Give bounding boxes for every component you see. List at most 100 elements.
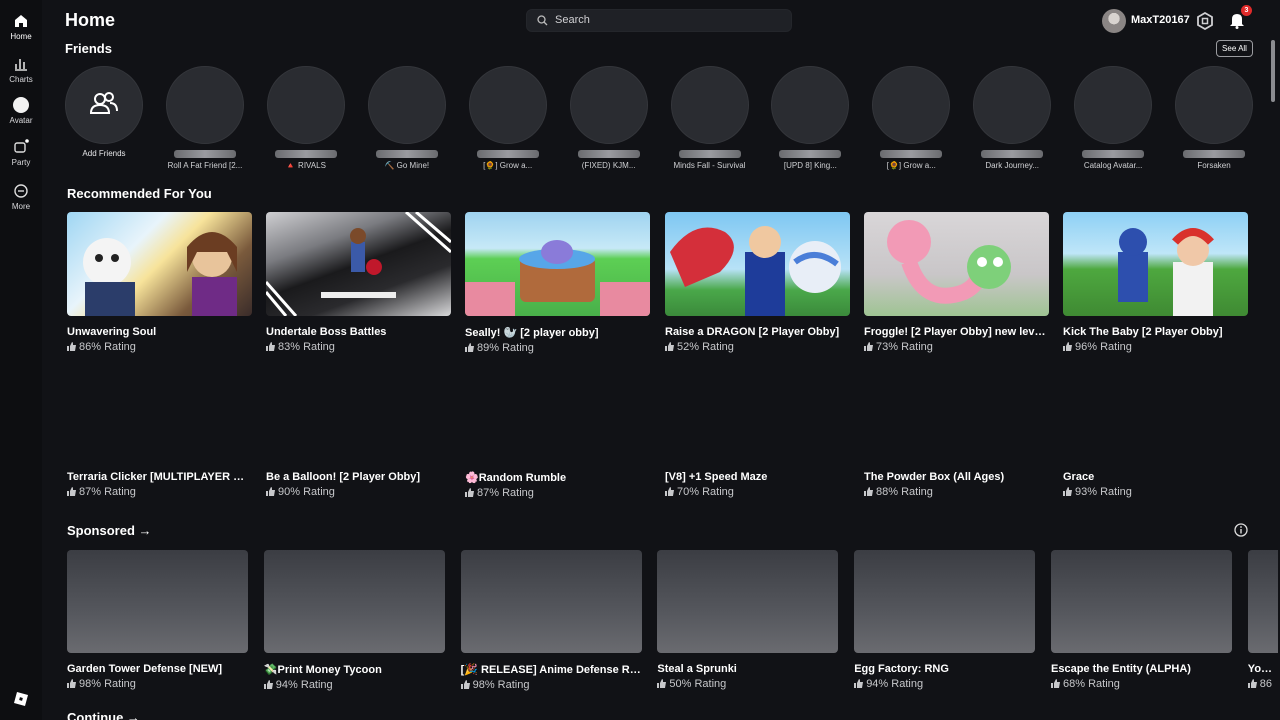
- game-thumbnail[interactable]: [1247, 550, 1278, 653]
- game-title[interactable]: [🎉 RELEASE] Anime Defense RNG: [461, 663, 642, 676]
- friend-tile[interactable]: Catalog Avatar...: [1074, 66, 1153, 170]
- friend-game-label[interactable]: Catalog Avatar...: [1063, 161, 1163, 170]
- game-card[interactable]: Kick The Baby [2 Player Obby] 96% Rating: [1063, 212, 1248, 353]
- friend-tile[interactable]: Minds Fall - Survival: [670, 66, 749, 170]
- game-title[interactable]: Unwavering Soul: [67, 326, 252, 338]
- game-thumbnail[interactable]: [657, 550, 839, 653]
- friend-game-label[interactable]: ⛏️ Go Mine!: [357, 161, 457, 170]
- game-title[interactable]: Kick The Baby [2 Player Obby]: [1063, 326, 1248, 338]
- friend-avatar[interactable]: [266, 66, 345, 144]
- recommended-title[interactable]: Recommended For You: [67, 186, 212, 201]
- friend-avatar[interactable]: [771, 66, 850, 144]
- friend-tile[interactable]: ⛏️ Go Mine!: [367, 66, 446, 170]
- sponsored-card[interactable]: Garden Tower Defense [NEW] 98% Rating: [67, 550, 248, 690]
- search-input[interactable]: Search: [526, 9, 792, 32]
- username[interactable]: MaxT20167: [1131, 14, 1190, 26]
- sidebar-item-charts[interactable]: Charts: [0, 56, 42, 84]
- friend-game-label[interactable]: Roll A Fat Friend [2...: [155, 161, 255, 170]
- game-title[interactable]: Froggle! [2 Player Obby] new level...: [864, 326, 1049, 338]
- game-title[interactable]: Grace: [1063, 471, 1248, 483]
- friend-tile[interactable]: [🌻] Grow a...: [872, 66, 951, 170]
- friend-tile[interactable]: Forsaken: [1175, 66, 1253, 170]
- friend-avatar[interactable]: [468, 66, 547, 144]
- game-title[interactable]: Seally! 🦭 [2 player obby]: [465, 326, 650, 339]
- game-title[interactable]: Escape the Entity (ALPHA): [1051, 663, 1232, 675]
- sponsored-card[interactable]: Steal a Sprunki 50% Rating: [657, 550, 839, 690]
- sponsored-card[interactable]: [🎉 RELEASE] Anime Defense RNG 98% Rating: [460, 550, 642, 691]
- game-thumbnail[interactable]: [263, 550, 445, 653]
- friend-tile[interactable]: [UPD 8] King...: [771, 66, 850, 170]
- game-card[interactable]: The Powder Box (All Ages) 88% Rating: [864, 461, 1049, 498]
- friend-game-label[interactable]: Forsaken: [1164, 161, 1264, 170]
- friend-tile[interactable]: [🌻] Grow a...: [468, 66, 547, 170]
- friend-avatar[interactable]: [1074, 66, 1153, 144]
- robux-icon[interactable]: [1196, 12, 1214, 30]
- game-thumbnail[interactable]: [67, 550, 248, 653]
- friend-avatar[interactable]: [166, 66, 244, 144]
- friend-game-label[interactable]: Minds Fall - Survival: [660, 161, 760, 170]
- friend-game-label[interactable]: [🌻] Grow a...: [861, 161, 961, 170]
- game-thumbnail[interactable]: [1063, 212, 1248, 316]
- game-card[interactable]: Terraria Clicker [MULTIPLAYER & ... 87% R…: [67, 461, 252, 498]
- sponsored-title[interactable]: Sponsored →: [67, 523, 152, 538]
- game-thumbnail[interactable]: [465, 212, 650, 316]
- game-thumbnail[interactable]: [854, 550, 1036, 653]
- avatar[interactable]: [1102, 9, 1126, 33]
- friend-avatar[interactable]: [670, 66, 749, 144]
- see-all-button[interactable]: See All: [1216, 40, 1253, 57]
- sidebar-item-more[interactable]: More: [0, 183, 42, 211]
- game-card[interactable]: Raise a DRAGON [2 Player Obby] 52% Ratin…: [665, 212, 850, 353]
- game-card[interactable]: Seally! 🦭 [2 player obby] 89% Rating: [465, 212, 650, 354]
- friend-tile[interactable]: Roll A Fat Friend [2...: [166, 66, 244, 170]
- game-thumbnail[interactable]: [1051, 550, 1232, 653]
- game-thumbnail[interactable]: [665, 212, 850, 316]
- game-card[interactable]: [V8] +1 Speed Maze 70% Rating: [665, 461, 850, 498]
- game-title[interactable]: Raise a DRAGON [2 Player Obby]: [665, 326, 850, 338]
- game-thumbnail[interactable]: [864, 212, 1049, 316]
- info-icon[interactable]: [1234, 523, 1248, 537]
- game-title[interactable]: The Powder Box (All Ages): [864, 471, 1049, 483]
- friend-avatar[interactable]: [872, 66, 951, 144]
- game-card[interactable]: Grace 93% Rating: [1063, 461, 1248, 498]
- sponsored-card[interactable]: Egg Factory: RNG 94% Rating: [854, 550, 1036, 690]
- game-card[interactable]: Froggle! [2 Player Obby] new level... 73…: [864, 212, 1049, 353]
- game-title[interactable]: Be a Balloon! [2 Player Obby]: [266, 471, 451, 483]
- game-title[interactable]: 💸Print Money Tycoon: [264, 663, 445, 676]
- game-thumbnail[interactable]: [460, 550, 642, 653]
- game-thumbnail[interactable]: [67, 212, 252, 316]
- friend-avatar[interactable]: [1175, 66, 1253, 144]
- friends-title[interactable]: Friends: [65, 41, 112, 56]
- game-title[interactable]: Egg Factory: RNG: [854, 663, 1035, 675]
- friend-tile[interactable]: (FIXED) KJM...: [569, 66, 648, 170]
- friend-tile[interactable]: Dark Journey...: [973, 66, 1052, 170]
- game-thumbnail[interactable]: [266, 212, 451, 316]
- friend-game-label[interactable]: [UPD 8] King...: [760, 161, 860, 170]
- sponsored-card[interactable]: Escape the Entity (ALPHA) 68% Rating: [1051, 550, 1232, 690]
- game-title[interactable]: Undertale Boss Battles: [266, 326, 451, 338]
- roblox-logo-icon[interactable]: [14, 692, 28, 706]
- friend-avatar[interactable]: [973, 66, 1052, 144]
- game-card[interactable]: Undertale Boss Battles 83% Rating: [266, 212, 451, 353]
- friend-game-label[interactable]: [🌻] Grow a...: [458, 161, 558, 170]
- friend-game-label[interactable]: Dark Journey...: [962, 161, 1062, 170]
- friend-avatar[interactable]: [569, 66, 648, 144]
- game-title[interactable]: 🌸Random Rumble: [465, 471, 650, 484]
- game-title[interactable]: Garden Tower Defense [NEW]: [67, 663, 248, 675]
- game-title[interactable]: [V8] +1 Speed Maze: [665, 471, 850, 483]
- game-card[interactable]: 🌸Random Rumble 87% Rating: [465, 461, 650, 499]
- game-card[interactable]: Be a Balloon! [2 Player Obby] 90% Rating: [266, 461, 451, 498]
- add-friends-button[interactable]: Add Friends: [65, 66, 143, 158]
- friend-avatar[interactable]: [367, 66, 446, 144]
- game-title[interactable]: Terraria Clicker [MULTIPLAYER & ...: [67, 471, 252, 483]
- scrollbar[interactable]: [1271, 40, 1275, 102]
- sponsored-card[interactable]: Youtu 86: [1247, 550, 1278, 690]
- sidebar-item-home[interactable]: Home: [0, 13, 42, 41]
- game-card[interactable]: Unwavering Soul 86% Rating: [67, 212, 252, 353]
- sidebar-item-party[interactable]: Party: [0, 139, 42, 167]
- friend-game-label[interactable]: 🔺 RIVALS: [256, 161, 356, 170]
- sponsored-card[interactable]: 💸Print Money Tycoon 94% Rating: [263, 550, 445, 691]
- game-title[interactable]: Youtu: [1248, 663, 1278, 675]
- sidebar-item-avatar[interactable]: Avatar: [0, 97, 42, 125]
- friend-game-label[interactable]: (FIXED) KJM...: [559, 161, 659, 170]
- game-title[interactable]: Steal a Sprunki: [657, 663, 838, 675]
